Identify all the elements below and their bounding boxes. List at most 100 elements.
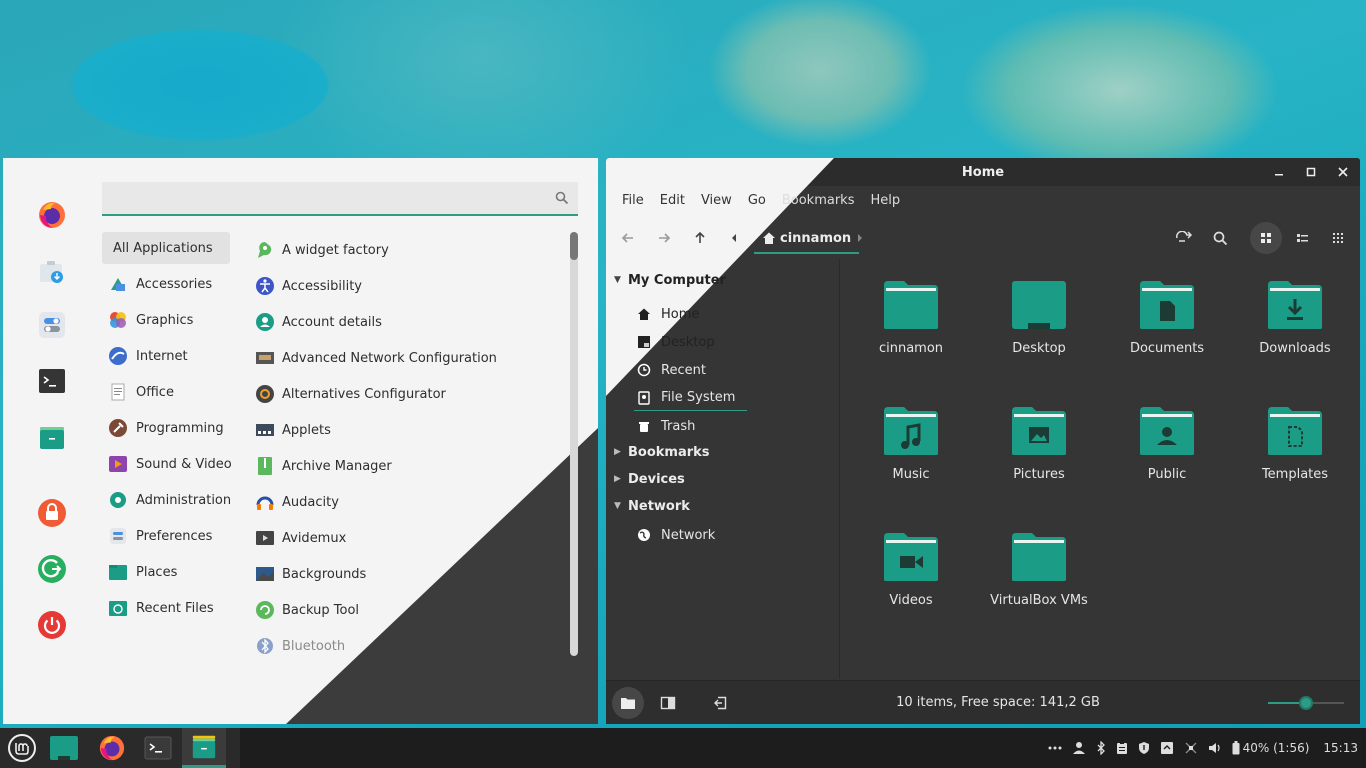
settings-toggle-icon[interactable] — [35, 308, 69, 342]
folder-cinnamon[interactable]: cinnamon — [847, 279, 975, 389]
app-avidemux[interactable]: Avidemux — [254, 520, 554, 556]
minimize-button[interactable] — [1268, 162, 1290, 182]
mint-menu-button[interactable] — [0, 728, 44, 768]
path-left-arrow-icon[interactable] — [724, 222, 744, 254]
category-preferences[interactable]: Preferences — [102, 518, 230, 554]
category-internet[interactable]: Internet — [102, 338, 230, 374]
category-label: Preferences — [136, 528, 213, 544]
category-recent-files[interactable]: Recent Files — [102, 590, 230, 626]
app-backup-tool[interactable]: Backup Tool — [254, 592, 554, 628]
menu-file[interactable]: File — [614, 193, 652, 208]
logout-icon[interactable] — [35, 552, 69, 586]
folder-public[interactable]: Public — [1103, 405, 1231, 515]
sidebar-section-my-computer[interactable]: ▼ My Computer — [614, 267, 726, 293]
software-manager-icon[interactable] — [35, 254, 69, 288]
category-places[interactable]: Places — [102, 554, 230, 590]
category-label: Graphics — [136, 312, 194, 328]
app-label: Audacity — [282, 494, 339, 510]
firefox-icon[interactable] — [35, 198, 69, 232]
scrollbar-thumb[interactable] — [570, 232, 578, 260]
search-button[interactable] — [1204, 222, 1236, 254]
folder-music[interactable]: Music — [847, 405, 975, 515]
menu-edit[interactable]: Edit — [652, 193, 693, 208]
folder-desktop[interactable]: Desktop — [975, 279, 1103, 389]
menu-search-input[interactable] — [102, 182, 578, 214]
category-office[interactable]: Office — [102, 374, 230, 410]
terminal-icon[interactable] — [35, 364, 69, 398]
power-icon[interactable] — [35, 608, 69, 642]
category-graphics[interactable]: Graphics — [102, 302, 230, 338]
menu-help[interactable]: Help — [862, 193, 908, 208]
update-shield-icon[interactable] — [1138, 741, 1150, 755]
menu-bookmarks[interactable]: Bookmarks — [774, 193, 863, 208]
compact-view-button[interactable] — [1322, 222, 1354, 254]
maximize-button[interactable] — [1300, 162, 1322, 182]
zoom-slider[interactable] — [1268, 696, 1344, 710]
menu-view[interactable]: View — [693, 193, 740, 208]
folder-videos[interactable]: Videos — [847, 531, 975, 641]
menu-go[interactable]: Go — [740, 193, 774, 208]
close-button[interactable] — [1332, 162, 1354, 182]
lock-icon[interactable] — [35, 496, 69, 530]
network-disconnected-icon[interactable] — [1184, 741, 1198, 755]
list-view-button[interactable] — [1286, 222, 1318, 254]
category-administration[interactable]: Administration — [102, 482, 231, 518]
app-accessibility[interactable]: Accessibility — [254, 268, 554, 304]
app-bluetooth[interactable]: Bluetooth — [254, 628, 554, 664]
app-widget-factory[interactable]: A widget factory — [254, 232, 554, 268]
toggle-location-button[interactable] — [1168, 222, 1200, 254]
app-label: Advanced Network Configuration — [282, 350, 497, 366]
sidebar-item-network[interactable]: Network — [634, 522, 715, 548]
clipboard-icon[interactable] — [1116, 741, 1128, 755]
taskbar-firefox-launcher[interactable] — [90, 728, 134, 768]
zoom-slider-knob[interactable] — [1299, 696, 1313, 710]
battery-indicator[interactable]: 40% (1:56) — [1232, 741, 1309, 755]
app-advanced-network-configuration[interactable]: Advanced Network Configuration — [254, 340, 554, 376]
sidebar-item-home[interactable]: Home — [634, 301, 699, 327]
app-audacity[interactable]: Audacity — [254, 484, 554, 520]
app-alternatives-configurator[interactable]: Alternatives Configurator — [254, 376, 554, 412]
files-icon[interactable] — [35, 420, 69, 454]
back-button[interactable] — [612, 222, 644, 254]
taskbar-files-launcher[interactable] — [42, 728, 86, 768]
bluetooth-icon[interactable] — [1096, 741, 1106, 755]
app-archive-manager[interactable]: Archive Manager — [254, 448, 554, 484]
sidebar-item-recent[interactable]: Recent — [634, 357, 706, 383]
user-icon[interactable] — [1072, 741, 1086, 755]
folder-virtualbox-vms[interactable]: VirtualBox VMs — [975, 531, 1103, 641]
taskbar-terminal-launcher[interactable] — [136, 728, 180, 768]
menu-search-box[interactable] — [102, 182, 578, 216]
app-list-scrollbar[interactable] — [570, 232, 578, 656]
path-right-arrow-icon[interactable] — [850, 222, 870, 254]
path-crumb-home[interactable]: cinnamon — [754, 224, 860, 254]
folder-pictures[interactable]: Pictures — [975, 405, 1103, 515]
app-account-details[interactable]: Account details — [254, 304, 554, 340]
sidebar-section-devices[interactable]: ▶ Devices — [614, 466, 685, 492]
pictures-folder-icon — [1012, 407, 1066, 455]
sidebar-section-bookmarks[interactable]: ▶ Bookmarks — [614, 439, 710, 465]
app-label: Applets — [282, 422, 331, 438]
category-accessories[interactable]: Accessories — [102, 266, 230, 302]
file-manager-window: Home File Edit View Go Bookmarks Help ci… — [606, 158, 1360, 724]
section-label: My Computer — [628, 272, 726, 288]
folder-templates[interactable]: Templates — [1231, 405, 1359, 515]
sidebar-section-network[interactable]: ▼ Network — [614, 493, 690, 519]
sidebar-item-trash[interactable]: Trash — [634, 413, 695, 439]
sidebar-item-file-system[interactable]: File System — [634, 385, 748, 411]
folder-documents[interactable]: Documents — [1103, 279, 1231, 389]
folder-downloads[interactable]: Downloads — [1231, 279, 1359, 389]
clock[interactable]: 15:13 — [1323, 741, 1358, 755]
category-sound-video[interactable]: Sound & Video — [102, 446, 232, 482]
forward-button[interactable] — [648, 222, 680, 254]
icon-view-button[interactable] — [1250, 222, 1282, 254]
app-backgrounds[interactable]: Backgrounds — [254, 556, 554, 592]
app-applets[interactable]: Applets — [254, 412, 554, 448]
category-programming[interactable]: Programming — [102, 410, 230, 446]
up-button[interactable] — [684, 222, 716, 254]
taskbar-file-manager-window[interactable] — [182, 728, 226, 768]
sidebar-item-desktop[interactable]: Desktop — [634, 329, 715, 355]
category-all-applications[interactable]: All Applications — [102, 232, 230, 264]
overflow-icon[interactable] — [1048, 746, 1062, 750]
volume-icon[interactable] — [1208, 741, 1222, 755]
notifications-icon[interactable] — [1160, 741, 1174, 755]
